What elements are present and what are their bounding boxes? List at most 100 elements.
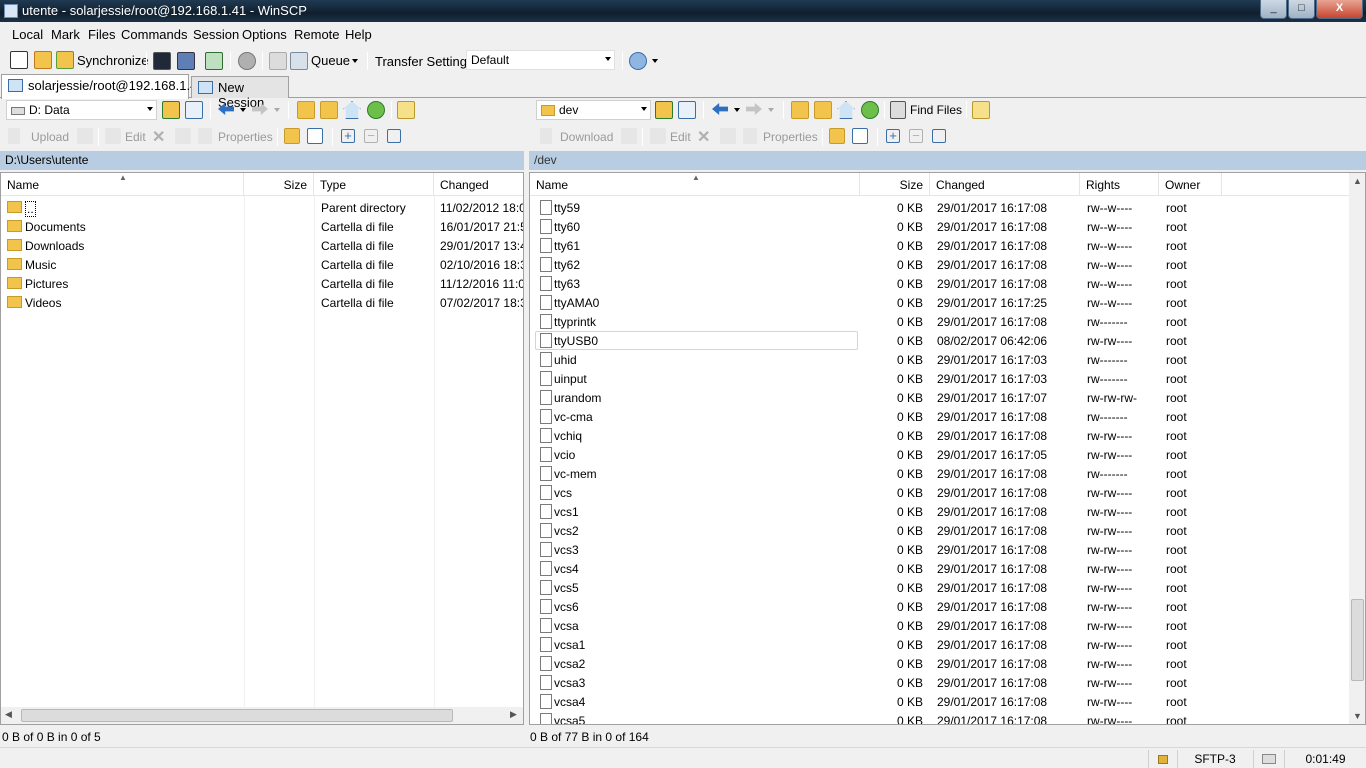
remote-path-bar[interactable]: /dev [529, 151, 1366, 170]
local-horizontal-scrollbar[interactable]: ◀ ▶ [1, 707, 523, 724]
table-row[interactable]: vcsa5 0 KB 29/01/2017 16:17:08 rw-rw---- roo… [530, 711, 1348, 724]
queue-icon[interactable] [290, 52, 308, 70]
select-all-icon[interactable]: + [886, 129, 900, 143]
root-directory-icon[interactable] [814, 101, 832, 119]
close-button[interactable]: X [1316, 0, 1363, 19]
queue-button[interactable]: Queue [311, 53, 350, 68]
menu-help[interactable]: Help [345, 27, 372, 42]
table-row[interactable]: vcs2 0 KB 29/01/2017 16:17:08 rw-rw---- root [530, 521, 1348, 540]
table-row[interactable]: Music Cartella di file 02/10/2016 18:3 [1, 255, 523, 274]
menu-local[interactable]: Local [12, 27, 43, 42]
refresh-icon[interactable] [367, 101, 385, 119]
table-row[interactable]: vcs1 0 KB 29/01/2017 16:17:08 rw-rw---- root [530, 502, 1348, 521]
menu-remote[interactable]: Remote [294, 27, 340, 42]
scroll-thumb[interactable] [1351, 599, 1364, 681]
column-name[interactable]: Name ▲ [1, 173, 244, 196]
table-row[interactable]: urandom 0 KB 29/01/2017 16:17:07 rw-rw-rw-r… [530, 388, 1348, 407]
table-row[interactable]: tty60 0 KB 29/01/2017 16:17:08 rw--w---- roo… [530, 217, 1348, 236]
local-path-bar[interactable]: D:\Users\utente [0, 151, 524, 170]
menu-commands[interactable]: Commands [121, 27, 187, 42]
new-file-icon[interactable] [852, 128, 868, 144]
find-files-button[interactable]: Find Files [910, 103, 962, 117]
table-row[interactable]: Documents Cartella di file 16/01/2017 21:5 [1, 217, 523, 236]
minimize-button[interactable]: _ [1260, 0, 1287, 19]
new-folder-icon[interactable] [829, 128, 845, 144]
table-row[interactable]: vcsa1 0 KB 29/01/2017 16:17:08 rw-rw---- roo… [530, 635, 1348, 654]
table-row[interactable]: vc-mem 0 KB 29/01/2017 16:17:08 rw------- ro… [530, 464, 1348, 483]
table-row[interactable]: uhid 0 KB 29/01/2017 16:17:03 rw------- root [530, 350, 1348, 369]
column-rights[interactable]: Rights [1080, 173, 1159, 196]
synchronize-icon[interactable] [56, 51, 74, 69]
table-row[interactable]: Videos Cartella di file 07/02/2017 18:3 [1, 293, 523, 312]
tab-new-session[interactable]: New Session [191, 76, 289, 110]
table-row[interactable]: vc-cma 0 KB 29/01/2017 16:17:08 rw------- ro… [530, 407, 1348, 426]
filter-icon[interactable] [185, 101, 203, 119]
table-row[interactable]: tty59 0 KB 29/01/2017 16:17:08 rw--w---- roo… [530, 198, 1348, 217]
table-row[interactable]: vcsa3 0 KB 29/01/2017 16:17:08 rw-rw---- roo… [530, 673, 1348, 692]
column-name[interactable]: Name ▲ [530, 173, 860, 196]
maximize-button[interactable]: □ [1288, 0, 1315, 19]
remote-vertical-scrollbar[interactable]: ▲ ▼ [1349, 173, 1365, 724]
filter-select-icon[interactable] [932, 129, 946, 143]
column-changed[interactable]: Changed [434, 173, 523, 196]
column-type[interactable]: Type [314, 173, 434, 196]
tab-session-solarjessie[interactable]: solarjessie/root@192.168.1.41 [1, 74, 205, 99]
scroll-thumb[interactable] [21, 709, 453, 722]
table-row[interactable]: tty63 0 KB 29/01/2017 16:17:08 rw--w---- roo… [530, 274, 1348, 293]
scroll-up-icon[interactable]: ▲ [1353, 176, 1362, 186]
table-row[interactable]: tty62 0 KB 29/01/2017 16:17:08 rw--w---- roo… [530, 255, 1348, 274]
find-files-icon[interactable] [890, 101, 906, 119]
chevron-down-icon[interactable] [240, 108, 246, 112]
table-row[interactable]: vcs6 0 KB 29/01/2017 16:17:08 rw-rw---- root [530, 597, 1348, 616]
menu-options[interactable]: Options [242, 27, 287, 42]
table-row[interactable]: Downloads Cartella di file 29/01/2017 13:4 [1, 236, 523, 255]
chevron-down-icon[interactable] [652, 59, 658, 63]
open-directory-icon[interactable] [162, 101, 180, 119]
menu-mark[interactable]: Mark [51, 27, 80, 42]
parent-directory-icon[interactable] [297, 101, 315, 119]
column-changed[interactable]: Changed [930, 173, 1080, 196]
open-directory-icon[interactable] [655, 101, 673, 119]
parent-directory-icon[interactable] [791, 101, 809, 119]
chevron-down-icon[interactable] [352, 59, 358, 63]
refresh-icon[interactable] [861, 101, 879, 119]
globe-sync-icon[interactable] [629, 52, 647, 70]
scroll-right-icon[interactable]: ▶ [510, 709, 517, 720]
local-file-list[interactable]: Name ▲ Size Type Changed .. Parent directo… [0, 172, 524, 725]
column-owner[interactable]: Owner [1159, 173, 1222, 196]
home-icon[interactable] [343, 101, 361, 119]
menu-files[interactable]: Files [88, 27, 115, 42]
table-row[interactable]: vcsa2 0 KB 29/01/2017 16:17:08 rw-rw---- roo… [530, 654, 1348, 673]
putty-icon[interactable] [177, 52, 195, 70]
column-size[interactable]: Size [244, 173, 314, 196]
root-directory-icon[interactable] [320, 101, 338, 119]
filter-select-icon[interactable] [387, 129, 401, 143]
compare-directories-icon[interactable] [10, 51, 28, 69]
table-row[interactable]: .. Parent directory 11/02/2012 18:0 [1, 198, 523, 217]
transfer-settings-select[interactable]: Default [466, 50, 615, 70]
table-row[interactable]: ttyAMA0 0 KB 29/01/2017 16:17:25 rw--w---- r… [530, 293, 1348, 312]
keep-remote-up-to-date-icon[interactable] [34, 51, 52, 69]
back-arrow-icon[interactable] [712, 103, 728, 115]
home-icon[interactable] [837, 101, 855, 119]
table-row[interactable]: vcs3 0 KB 29/01/2017 16:17:08 rw-rw---- root [530, 540, 1348, 559]
table-row[interactable]: tty61 0 KB 29/01/2017 16:17:08 rw--w---- roo… [530, 236, 1348, 255]
scroll-down-icon[interactable]: ▼ [1353, 711, 1362, 721]
local-drive-select[interactable]: D: Data [6, 100, 157, 120]
tree-toggle-icon[interactable] [972, 101, 990, 119]
column-size[interactable]: Size [860, 173, 930, 196]
filter-icon[interactable] [678, 101, 696, 119]
table-row[interactable]: vcsa 0 KB 29/01/2017 16:17:08 rw-rw---- root [530, 616, 1348, 635]
console-icon[interactable] [153, 52, 171, 70]
select-all-icon[interactable]: + [341, 129, 355, 143]
table-row[interactable]: uinput 0 KB 29/01/2017 16:17:03 rw------- ro… [530, 369, 1348, 388]
scroll-left-icon[interactable]: ◀ [5, 709, 12, 720]
remote-directory-select[interactable]: dev [536, 100, 651, 120]
menu-session[interactable]: Session [193, 27, 239, 42]
table-row[interactable]: vcs 0 KB 29/01/2017 16:17:08 rw-rw---- root [530, 483, 1348, 502]
remote-file-list[interactable]: Name ▲ Size Changed Rights Owner tty59 0 K… [529, 172, 1366, 725]
new-folder-icon[interactable] [284, 128, 300, 144]
refresh-session-icon[interactable] [205, 52, 223, 70]
table-row[interactable]: vcs5 0 KB 29/01/2017 16:17:08 rw-rw---- root [530, 578, 1348, 597]
tree-toggle-icon[interactable] [397, 101, 415, 119]
